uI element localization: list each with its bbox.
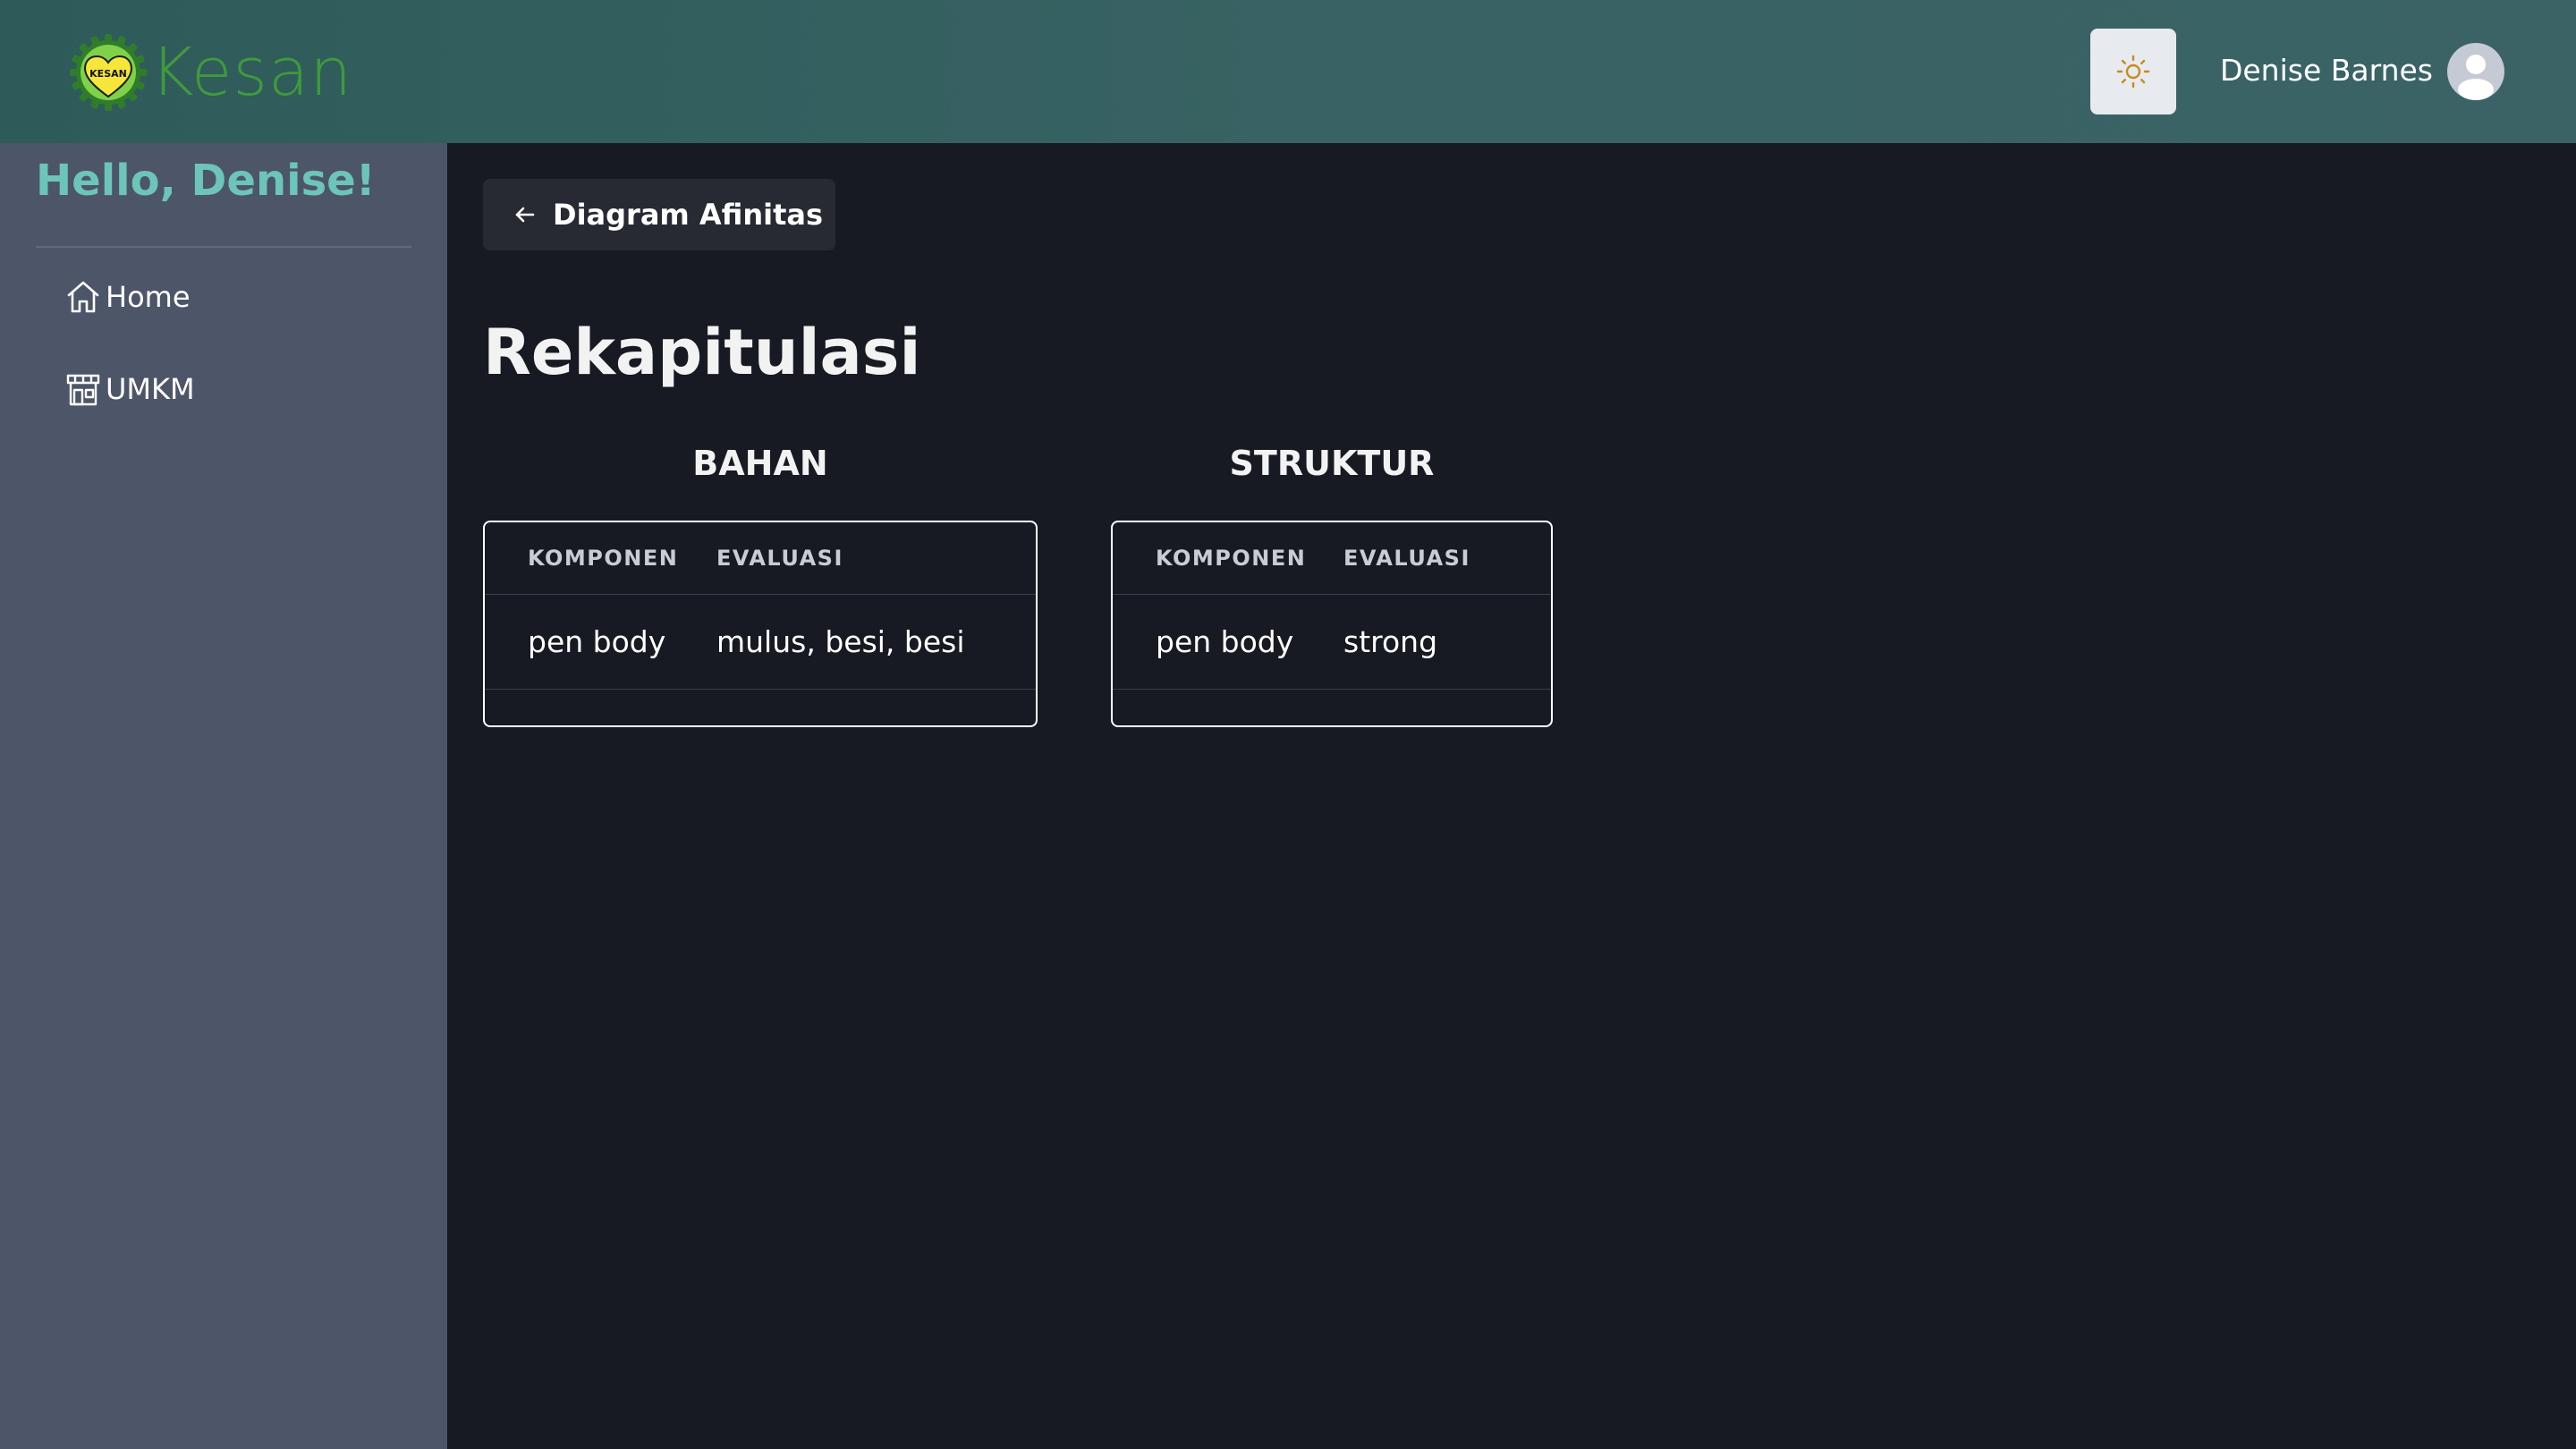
section-title-bahan: BAHAN xyxy=(692,444,828,483)
column-header-komponen: KOMPONEN xyxy=(1113,522,1343,595)
kesan-badge-icon: KESAN xyxy=(70,34,147,111)
greeting-heading: Hello, Denise! xyxy=(36,156,376,206)
bahan-table-grid: KOMPONEN EVALUASI pen body mulus, besi, … xyxy=(485,522,1036,690)
back-button-label: Diagram Afinitas xyxy=(553,198,824,232)
user-avatar-icon[interactable] xyxy=(2447,43,2504,100)
arrow-left-icon xyxy=(515,207,535,223)
brand-name: Kesan xyxy=(150,34,353,111)
store-icon xyxy=(66,374,100,406)
cell-evaluasi: strong xyxy=(1343,594,1551,690)
column-header-komponen: KOMPONEN xyxy=(485,522,716,595)
home-icon xyxy=(67,281,99,313)
cell-evaluasi: mulus, besi, besi xyxy=(716,594,1036,690)
column-header-evaluasi: EVALUASI xyxy=(1343,522,1551,595)
sidebar-item-label: Home xyxy=(106,280,191,314)
sun-icon xyxy=(2116,55,2150,89)
table-row: pen body strong xyxy=(1113,594,1551,690)
user-name[interactable]: Denise Barnes xyxy=(2220,48,2433,93)
sidebar-item-home[interactable]: Home xyxy=(64,272,191,322)
page-title: Rekapitulasi xyxy=(483,316,921,389)
table-row: pen body mulus, besi, besi xyxy=(485,594,1036,690)
bahan-table: KOMPONEN EVALUASI pen body mulus, besi, … xyxy=(483,521,1038,727)
section-title-struktur: STRUKTUR xyxy=(1229,444,1435,483)
brand-logo[interactable]: KESAN Kesan xyxy=(70,34,352,111)
sidebar: Hello, Denise! Home UMKM xyxy=(0,143,447,1449)
sidebar-item-umkm[interactable]: UMKM xyxy=(64,364,195,414)
column-header-evaluasi: EVALUASI xyxy=(716,522,1036,595)
table-header-row: KOMPONEN EVALUASI xyxy=(485,522,1036,595)
theme-toggle-button[interactable] xyxy=(2090,29,2176,114)
sidebar-item-label: UMKM xyxy=(106,372,195,406)
sidebar-divider xyxy=(36,246,411,248)
table-header-row: KOMPONEN EVALUASI xyxy=(1113,522,1551,595)
struktur-table-grid: KOMPONEN EVALUASI pen body strong xyxy=(1113,522,1551,690)
cell-komponen: pen body xyxy=(1113,594,1343,690)
back-button[interactable]: Diagram Afinitas xyxy=(483,179,835,250)
svg-text:KESAN: KESAN xyxy=(89,68,127,80)
avatar-silhouette-icon xyxy=(2458,55,2494,100)
struktur-table: KOMPONEN EVALUASI pen body strong xyxy=(1111,521,1553,727)
top-navbar: KESAN Kesan Denise Barnes xyxy=(0,0,2576,143)
cell-komponen: pen body xyxy=(485,594,716,690)
